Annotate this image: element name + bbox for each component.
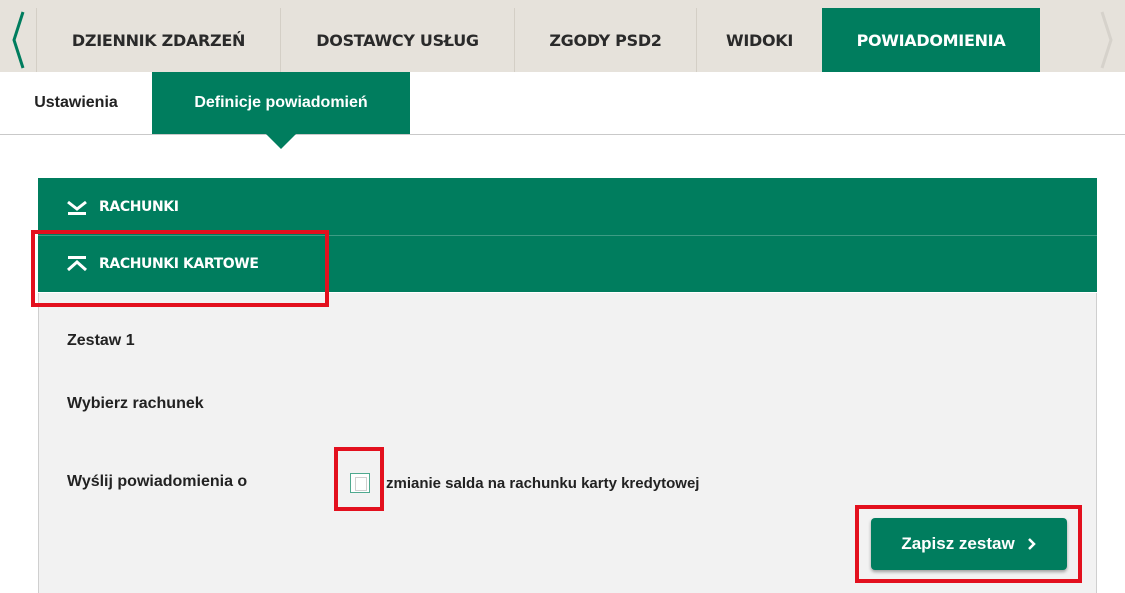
tab-dostawcy-uslug[interactable]: DOSTAWCY USŁUG [280,8,514,72]
chevron-right-icon [1027,538,1037,550]
tab-zgody-psd2[interactable]: ZGODY PSD2 [514,8,696,72]
subtab-definicje-powiadomien[interactable]: Definicje powiadomień [152,72,410,134]
sub-tab-bar: Ustawienia Definicje powiadomień [0,72,1125,135]
chevron-up-icon [65,255,89,273]
accordion-header-rachunki[interactable]: RACHUNKI [38,178,1097,235]
chevron-down-icon [65,198,89,216]
scroll-right-button[interactable] [1089,8,1125,72]
scroll-left-button[interactable] [0,8,36,72]
tab-dziennik-zdarzen[interactable]: DZIENNIK ZDARZEŃ [36,8,280,72]
tab-powiadomienia[interactable]: POWIADOMIENIA [822,8,1040,72]
accordion-header-rachunki-kartowe[interactable]: RACHUNKI KARTOWE [38,235,1097,292]
checkbox-label: zmianie salda na rachunku karty kredytow… [386,475,700,492]
top-tab-bar: DZIENNIK ZDARZEŃ DOSTAWCY USŁUG ZGODY PS… [0,0,1125,72]
chevron-right-icon [1100,11,1113,69]
send-notifications-label: Wyślij powiadomienia o [67,473,248,490]
active-subtab-pointer [266,134,296,149]
set-title: Zestaw 1 [67,332,135,349]
save-set-button[interactable]: Zapisz zestaw [871,518,1067,570]
accordion: RACHUNKI RACHUNKI KARTOWE [38,178,1097,292]
tab-widoki[interactable]: WIDOKI [696,8,822,72]
accordion-label: RACHUNKI [99,198,179,215]
chevron-left-icon [12,11,25,69]
subtab-ustawienia[interactable]: Ustawienia [0,72,152,134]
accordion-label: RACHUNKI KARTOWE [99,256,259,272]
save-button-label: Zapisz zestaw [901,534,1015,553]
balance-change-checkbox[interactable] [350,473,370,493]
choose-account-label: Wybierz rachunek [67,395,204,412]
